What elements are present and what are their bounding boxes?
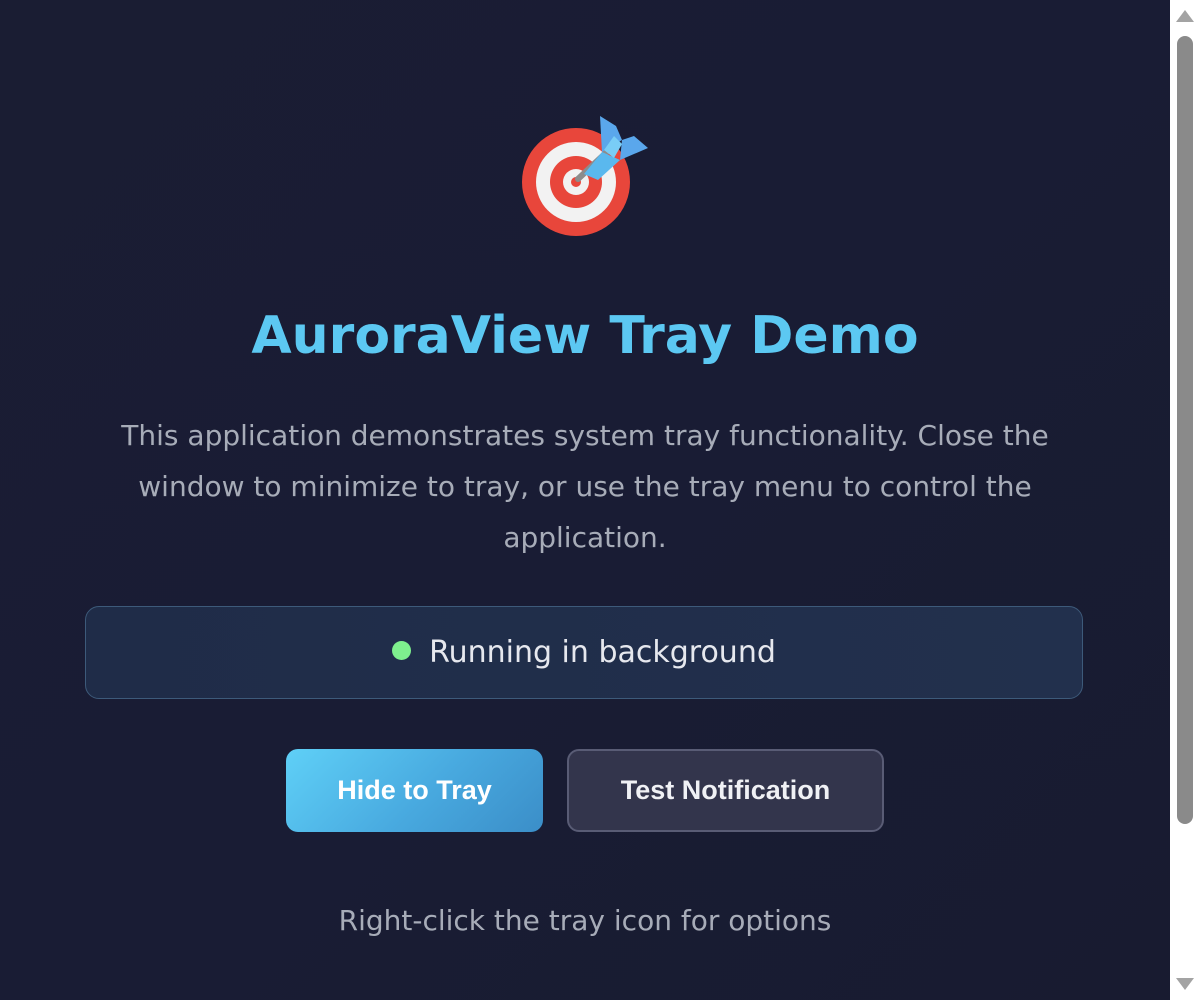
hide-to-tray-button[interactable]: Hide to Tray [286, 749, 543, 832]
app-description: This application demonstrates system tra… [121, 419, 1049, 554]
status-indicator-icon [392, 641, 412, 660]
test-notification-button[interactable]: Test Notification [567, 749, 884, 832]
direct-hit-target-icon [518, 106, 654, 242]
vertical-scrollbar[interactable] [1170, 0, 1200, 1000]
tray-hint-text: Right-click the tray icon for options [338, 904, 832, 937]
scroll-thumb[interactable] [1177, 36, 1193, 824]
scroll-up-arrow-icon[interactable] [1176, 10, 1194, 22]
status-panel: Running in background [85, 606, 1083, 699]
main-window: AuroraView Tray Demo This application de… [0, 0, 1170, 1000]
page-title: AuroraView Tray Demo [251, 306, 919, 366]
status-text: Running in background [429, 635, 776, 670]
scroll-down-arrow-icon[interactable] [1176, 978, 1194, 990]
